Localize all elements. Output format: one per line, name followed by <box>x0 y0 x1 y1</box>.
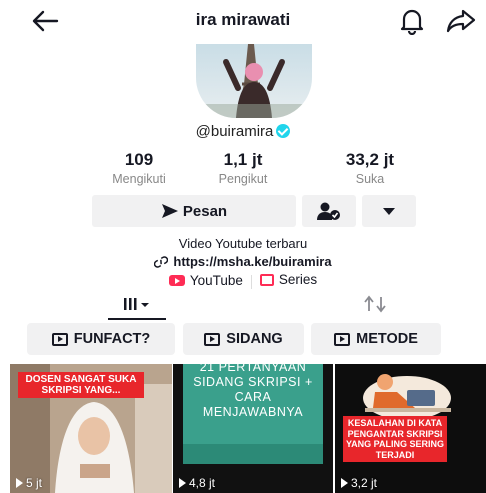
content-tabs <box>0 286 486 322</box>
video-caption: 21 PERTANYAAN SIDANG SKRIPSI + CARA MENJ… <box>193 364 313 419</box>
play-icon <box>179 478 186 488</box>
repost-icon <box>364 295 386 313</box>
link-icon <box>154 255 169 268</box>
stat-followers-label: Pengikut <box>218 172 268 186</box>
verified-badge-icon <box>276 124 291 138</box>
video-views: 4,8 jt <box>179 476 215 490</box>
video-views-count: 5 jt <box>26 476 43 490</box>
video-thumbnail[interactable]: DOSEN SANGAT SUKA SKRIPSI YANG... 5 jt <box>10 364 172 493</box>
bio-text: Video Youtube terbaru <box>178 236 308 251</box>
playlist-icon <box>204 332 221 346</box>
video-views: 3,2 jt <box>341 476 377 490</box>
handle-text: @buiramira <box>195 123 274 140</box>
message-button-label: Pesan <box>182 202 228 220</box>
video-caption: DOSEN SANGAT SUKA SKRIPSI YANG... <box>18 372 144 398</box>
stat-likes-label: Suka <box>355 172 385 186</box>
play-icon <box>341 478 348 488</box>
tab-videos[interactable] <box>108 286 166 322</box>
user-check-icon <box>317 202 340 220</box>
playlist-metode[interactable]: METODE <box>311 323 441 355</box>
youtube-icon <box>168 274 185 286</box>
profile-handle: @buiramira <box>0 123 486 140</box>
playlist-funfact[interactable]: FUNFACT? <box>27 323 175 355</box>
video-views: 5 jt <box>16 476 42 490</box>
playlist-label: METODE <box>356 331 418 347</box>
stat-following[interactable]: 109 Mengikuti <box>84 150 194 186</box>
stat-followers[interactable]: 1,1 jt Pengikut <box>188 150 298 186</box>
video-caption: KESALAHAN DI KATA PENGANTAR SKRIPSI YANG… <box>343 416 447 462</box>
caret-down-icon <box>383 207 395 215</box>
stat-following-label: Mengikuti <box>112 172 166 186</box>
video-views-count: 4,8 jt <box>189 476 216 490</box>
play-icon <box>16 478 23 488</box>
video-views-count: 3,2 jt <box>351 476 378 490</box>
series-tag-label: Series <box>278 272 318 287</box>
stat-likes: 33,2 jt Suka <box>315 150 425 186</box>
message-button[interactable]: Pesan <box>92 195 296 227</box>
stat-following-value: 109 <box>124 150 154 169</box>
series-tag[interactable]: Series <box>259 272 318 287</box>
playlist-sidang[interactable]: SIDANG <box>183 323 304 355</box>
playlist-icon <box>51 332 68 346</box>
follow-friends-button[interactable] <box>302 195 356 227</box>
stat-likes-value: 33,2 jt <box>345 150 395 169</box>
share-icon[interactable] <box>446 8 476 34</box>
more-options-button[interactable] <box>362 195 416 227</box>
tab-reposts[interactable] <box>360 290 390 318</box>
playlist-label: SIDANG <box>226 331 283 347</box>
stat-followers-value: 1,1 jt <box>223 150 263 169</box>
playlist-icon <box>334 332 351 346</box>
send-icon <box>161 204 178 218</box>
grid-icon <box>124 298 149 310</box>
playlist-label: FUNFACT? <box>73 331 151 347</box>
bell-icon[interactable] <box>399 7 425 35</box>
top-bar: ira mirawati <box>0 0 486 42</box>
video-thumbnail[interactable]: 21 PERTANYAAN SIDANG SKRIPSI + CARA MENJ… <box>173 364 333 493</box>
series-icon <box>259 273 274 286</box>
video-thumbnail[interactable]: KESALAHAN DI KATA PENGANTAR SKRIPSI YANG… <box>335 364 486 493</box>
avatar[interactable] <box>196 44 312 118</box>
profile-link-text: https://msha.ke/buiramira <box>173 254 332 269</box>
profile-link[interactable]: https://msha.ke/buiramira <box>0 254 486 271</box>
